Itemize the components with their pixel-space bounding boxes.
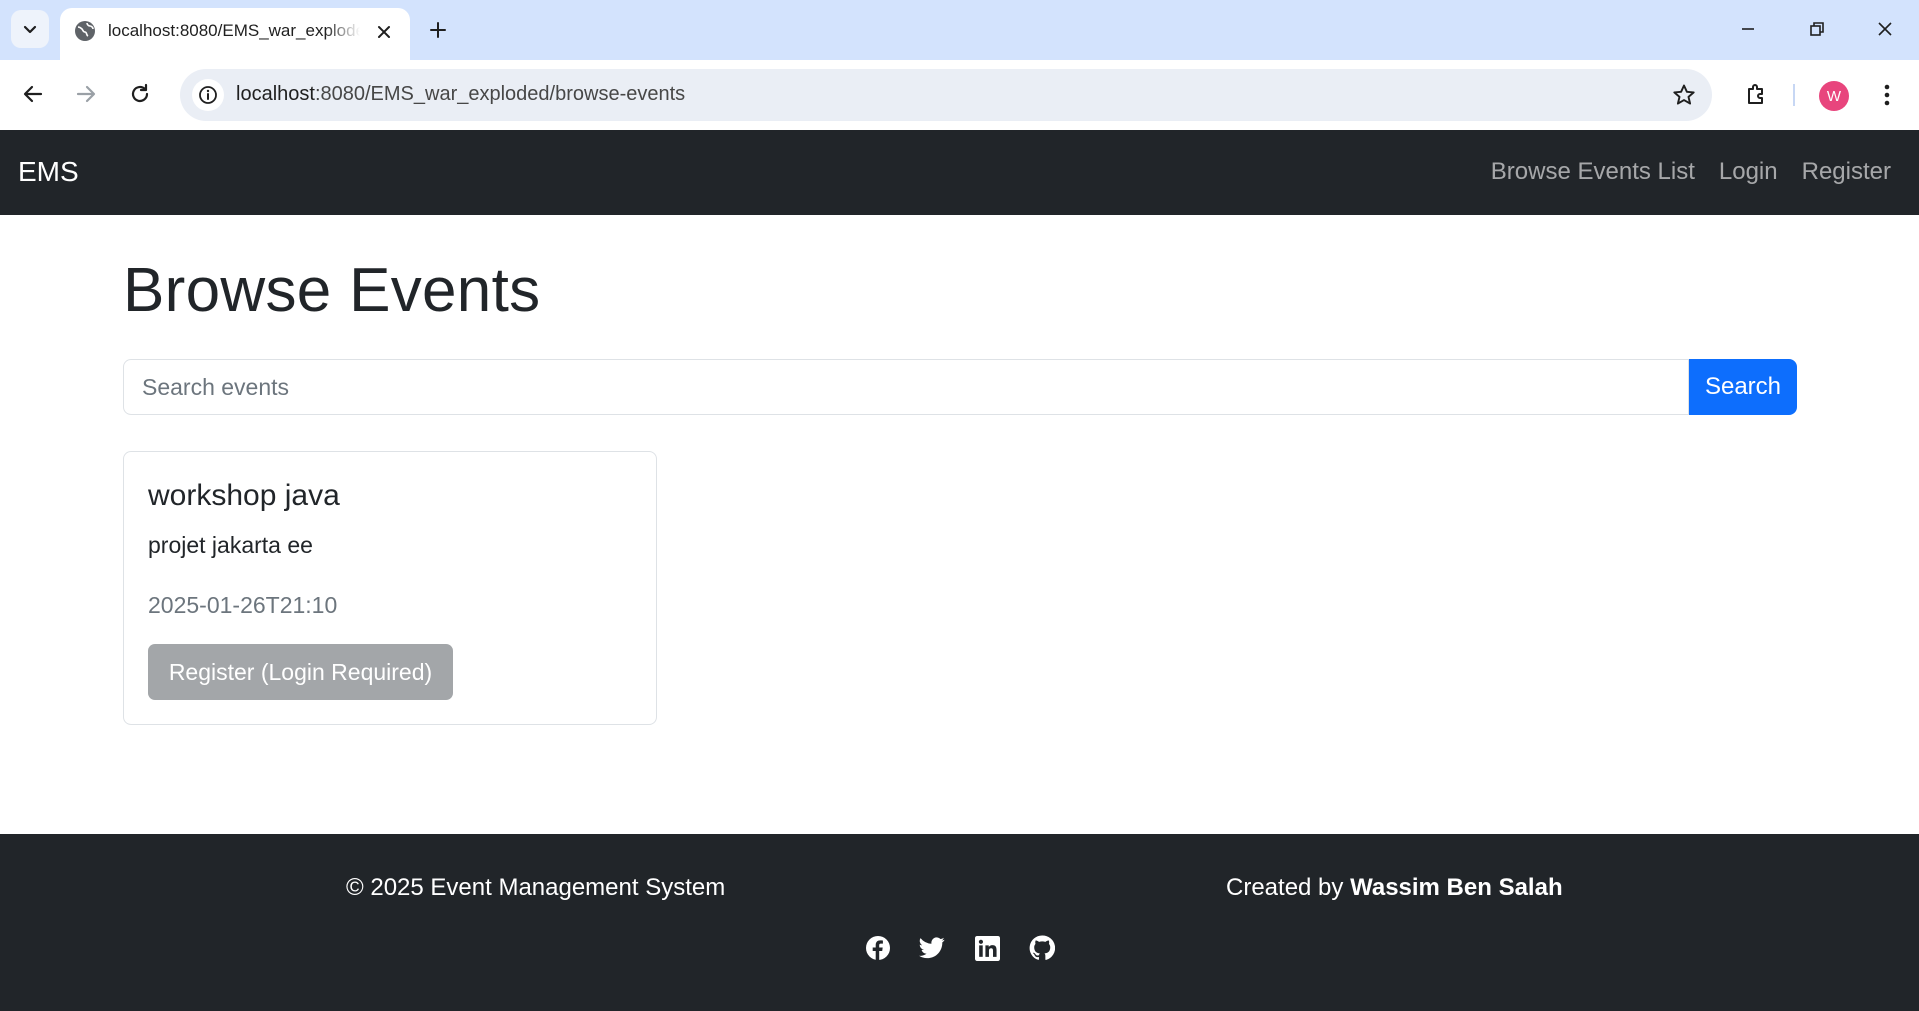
arrow-right-icon — [76, 85, 96, 103]
profile-avatar[interactable]: W — [1819, 81, 1849, 111]
restore-icon — [1810, 22, 1824, 36]
forward-button[interactable] — [67, 75, 105, 113]
new-tab-button[interactable] — [424, 16, 452, 44]
extensions-button[interactable] — [1738, 75, 1776, 113]
close-icon — [378, 26, 390, 38]
linkedin-link[interactable] — [973, 934, 1001, 962]
event-datetime: 2025-01-26T21:10 — [148, 592, 338, 618]
github-icon — [1029, 935, 1055, 960]
bookmark-button[interactable] — [1670, 81, 1698, 109]
minimize-icon — [1742, 28, 1754, 30]
info-icon — [199, 86, 217, 104]
twitter-icon — [919, 937, 945, 959]
github-link[interactable] — [1028, 934, 1056, 962]
reload-button[interactable] — [121, 75, 159, 113]
minimize-button[interactable] — [1731, 12, 1765, 46]
plus-icon — [430, 22, 446, 38]
address-url[interactable]: localhost:8080/EMS_war_exploded/browse-e… — [236, 83, 685, 106]
address-bar[interactable]: localhost:8080/EMS_war_exploded/browse-e… — [180, 69, 1712, 121]
footer-credit-prefix: Created by — [1226, 874, 1351, 901]
event-description: projet jakarta ee — [148, 532, 313, 558]
nav-links: Browse Events List Login Register — [1491, 158, 1891, 186]
close-icon — [1878, 22, 1892, 36]
browser-toolbar: localhost:8080/EMS_war_exploded/browse-e… — [0, 60, 1919, 130]
address-host: localhost — [236, 83, 315, 105]
window-close-button[interactable] — [1868, 12, 1902, 46]
facebook-icon — [866, 936, 890, 960]
search-button[interactable]: Search — [1689, 359, 1797, 415]
address-path: :8080/EMS_war_exploded/browse-events — [314, 83, 686, 105]
register-login-required-button[interactable]: Register (Login Required) — [148, 644, 453, 700]
tab-search-button[interactable] — [11, 10, 49, 48]
site-info-button[interactable] — [192, 79, 224, 111]
facebook-link[interactable] — [864, 934, 892, 962]
search-input[interactable] — [123, 359, 1689, 415]
toolbar-divider — [1793, 84, 1795, 106]
arrow-left-icon — [23, 85, 43, 103]
tab-title: localhost:8080/EMS_war_exploded/browse-e… — [108, 21, 360, 40]
chevron-down-icon — [23, 25, 37, 34]
event-card: workshop java projet jakarta ee 2025-01-… — [123, 451, 657, 725]
browser-menu-button[interactable] — [1872, 80, 1902, 110]
footer-copyright: © 2025 Event Management System — [346, 874, 726, 901]
nav-link-register[interactable]: Register — [1802, 158, 1891, 186]
more-vertical-icon — [1884, 84, 1890, 106]
site-footer: © 2025 Event Management System Created b… — [0, 834, 1919, 1011]
browser-tab[interactable]: localhost:8080/EMS_war_exploded/browse-e… — [60, 8, 410, 60]
page-title: Browse Events — [123, 256, 541, 325]
site-navbar: EMS Browse Events List Login Register — [0, 130, 1919, 215]
event-title: workshop java — [148, 479, 340, 512]
brand-link[interactable]: EMS — [18, 156, 79, 188]
tab-close-button[interactable] — [372, 20, 396, 44]
nav-link-browse-events[interactable]: Browse Events List — [1491, 158, 1695, 186]
globe-icon — [75, 21, 95, 41]
nav-link-login[interactable]: Login — [1719, 158, 1778, 186]
browser-tabstrip: localhost:8080/EMS_war_exploded/browse-e… — [0, 0, 1919, 60]
twitter-link[interactable] — [918, 934, 946, 962]
puzzle-icon — [1748, 84, 1763, 104]
reload-icon — [131, 83, 149, 103]
linkedin-icon — [974, 935, 1000, 961]
restore-button[interactable] — [1800, 12, 1834, 46]
footer-credit-name: Wassim Ben Salah — [1350, 874, 1563, 901]
star-icon — [1673, 84, 1695, 105]
footer-credit: Created by Wassim Ben Salah — [1226, 874, 1563, 902]
back-button[interactable] — [14, 75, 52, 113]
